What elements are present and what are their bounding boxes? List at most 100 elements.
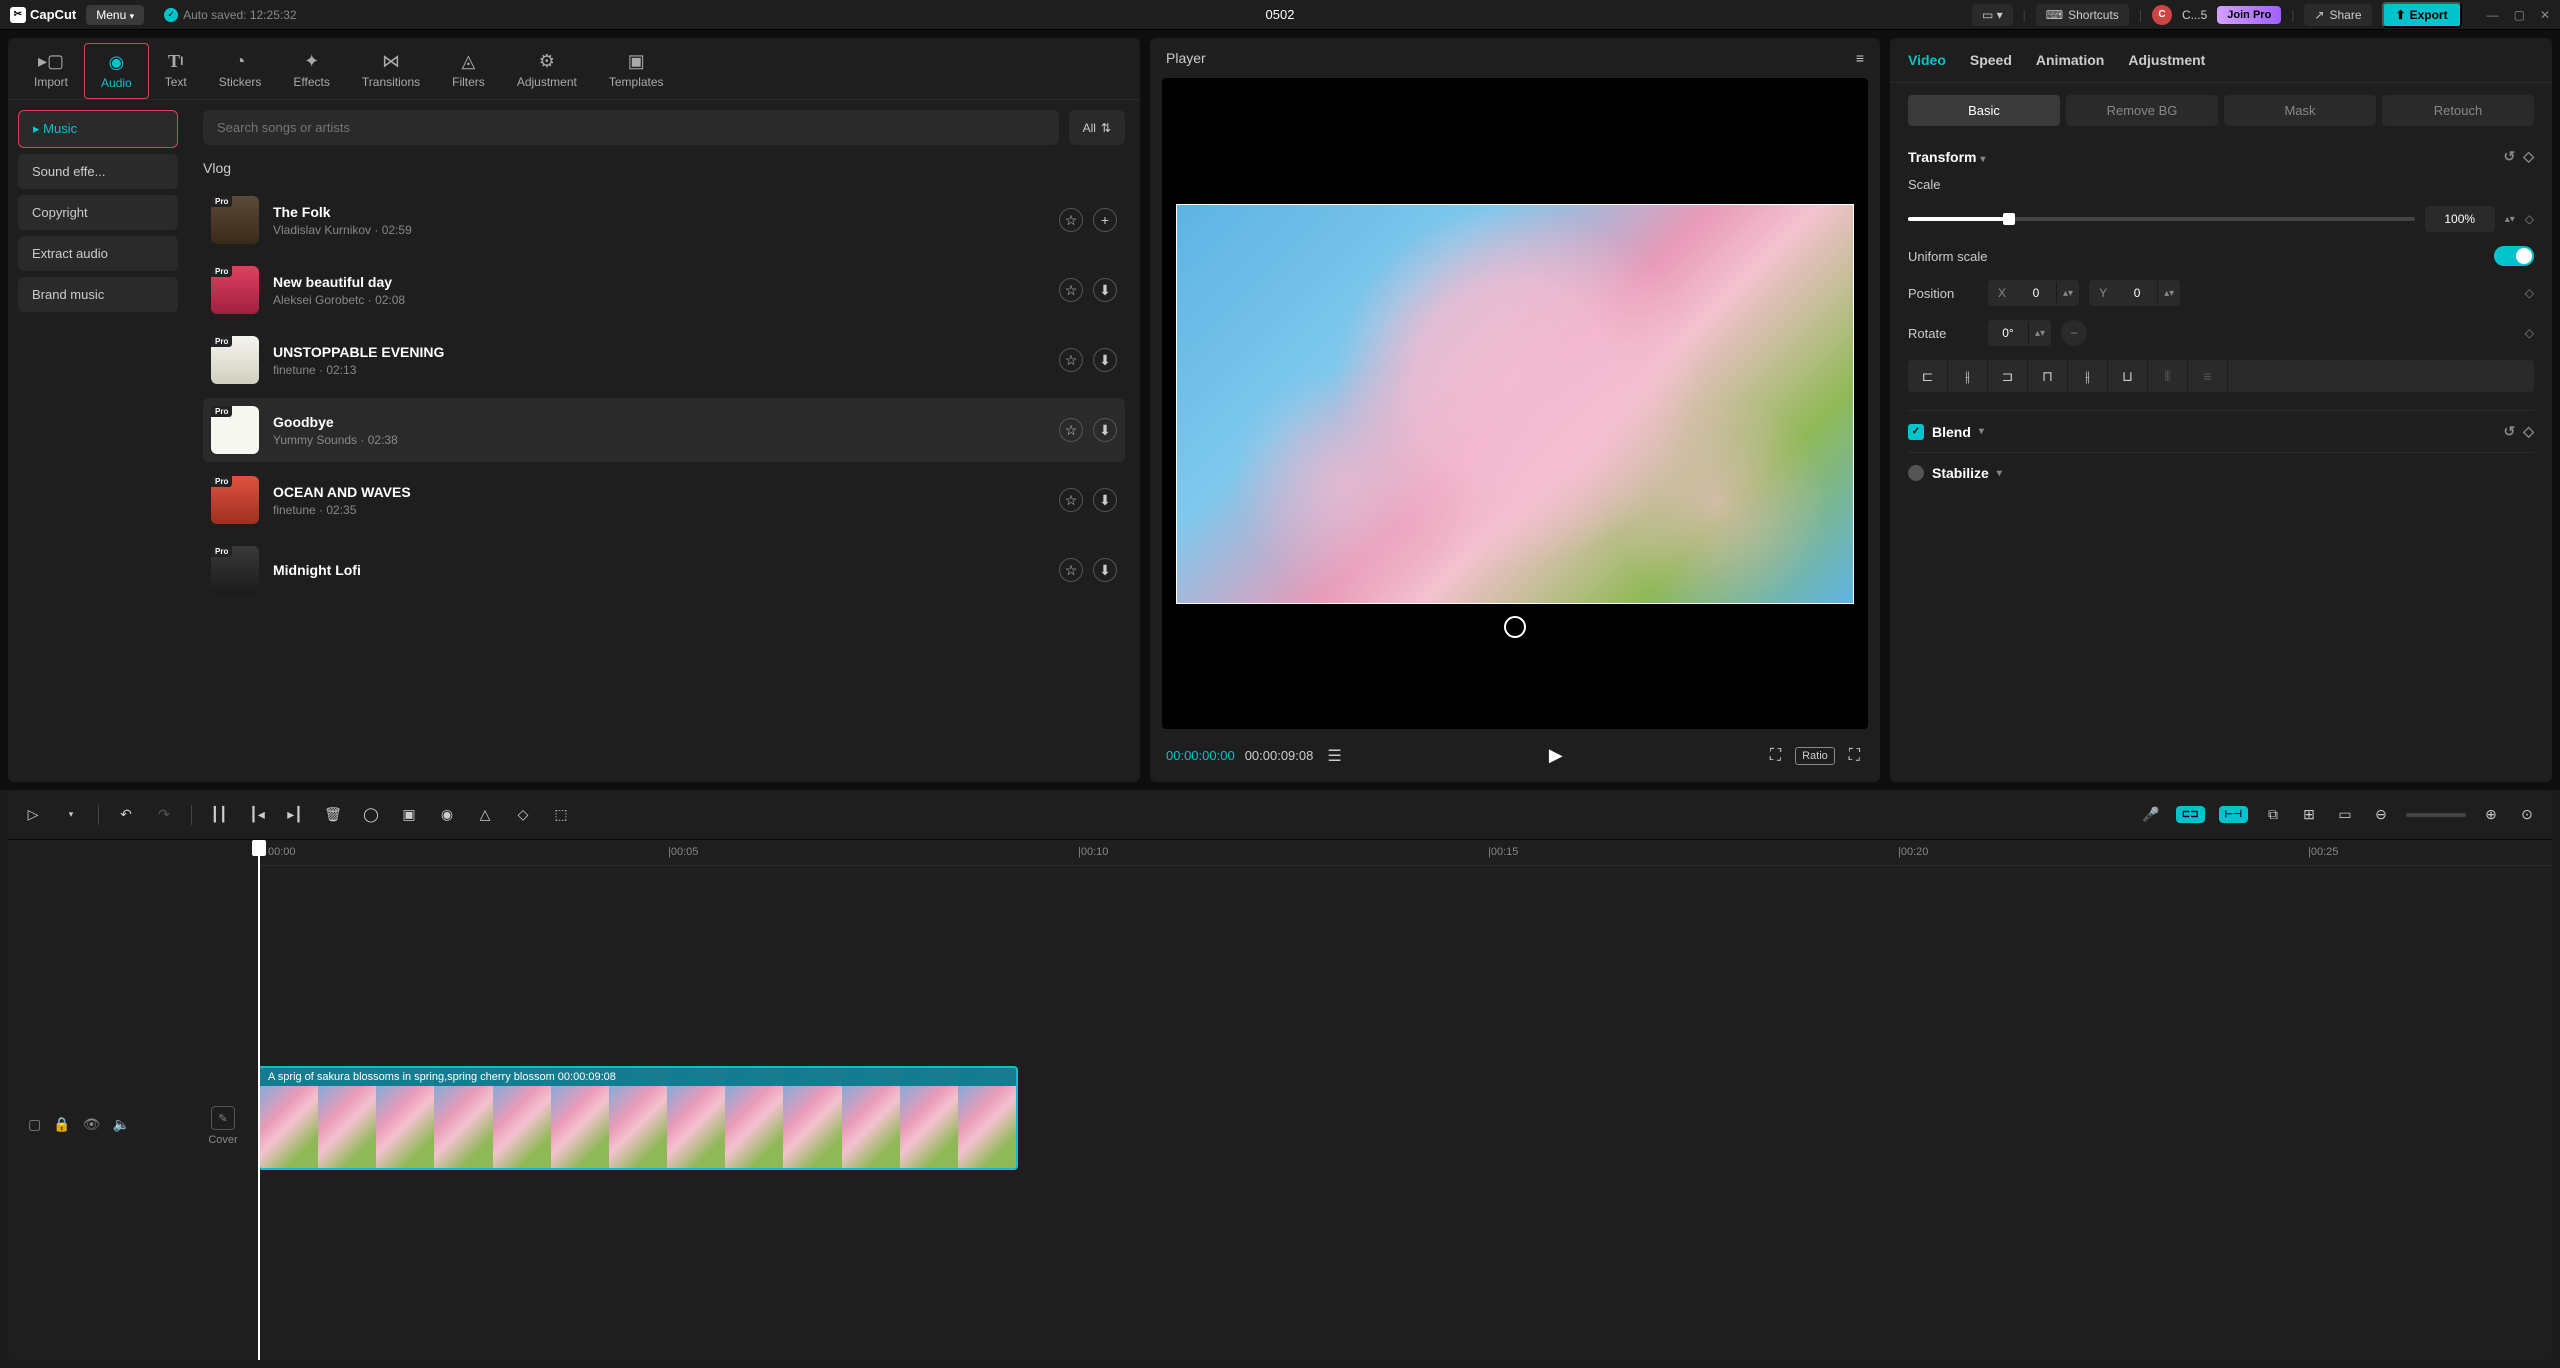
video-frame[interactable] (1176, 204, 1854, 604)
list-icon[interactable]: ☰ (1323, 742, 1345, 770)
mirror-tool[interactable]: △ (474, 806, 496, 823)
shortcuts-button[interactable]: ⌨ Shortcuts (2036, 4, 2129, 26)
player-menu-icon[interactable]: ≡ (1856, 50, 1864, 66)
track-item[interactable]: Pro New beautiful day Aleksei Gorobetc ·… (203, 258, 1125, 322)
user-avatar[interactable]: C (2152, 5, 2172, 25)
tab-stickers[interactable]: ◔Stickers (203, 43, 278, 99)
zoom-fit[interactable]: ⊙ (2516, 806, 2538, 823)
align-hcenter[interactable]: ⫲ (1948, 360, 1988, 392)
preview-icon[interactable]: ⊞ (2298, 806, 2320, 823)
tab-transitions[interactable]: ⋈Transitions (346, 43, 436, 99)
close-icon[interactable]: ✕ (2540, 8, 2550, 22)
track-mute-icon[interactable]: 🔈 (112, 1116, 129, 1133)
filter-button[interactable]: All ⇅ (1069, 110, 1125, 145)
insp-tab-adjustment[interactable]: Adjustment (2128, 52, 2205, 68)
mic-icon[interactable]: 🎤 (2140, 806, 2162, 823)
zoom-slider[interactable] (2406, 813, 2466, 817)
rotate-dial[interactable]: − (2061, 320, 2087, 346)
track-eye-icon[interactable]: 👁 (83, 1116, 101, 1133)
playhead[interactable] (258, 840, 260, 1360)
scale-input[interactable] (2425, 206, 2495, 232)
keyframe-icon[interactable]: ◇ (2523, 148, 2534, 165)
subtab-mask[interactable]: Mask (2224, 95, 2376, 126)
subtab-removebg[interactable]: Remove BG (2066, 95, 2218, 126)
track-icon[interactable]: ▭ (2334, 806, 2356, 823)
tab-filters[interactable]: ◬Filters (436, 43, 501, 99)
rotate-handle[interactable] (1504, 616, 1526, 638)
track-item[interactable]: Pro UNSTOPPABLE EVENING finetune · 02:13… (203, 328, 1125, 392)
menu-button[interactable]: Menu ▾ (86, 5, 144, 25)
magnetic-toggle[interactable]: ⊏⊐ (2176, 806, 2205, 823)
cover-button[interactable]: ✎ Cover (198, 1106, 248, 1146)
rotate-input[interactable]: 0° ▴▾ (1988, 320, 2051, 346)
insp-tab-video[interactable]: Video (1908, 52, 1946, 68)
stabilize-section[interactable]: Stabilize ▾ (1908, 452, 2534, 493)
position-x-input[interactable]: X 0 ▴▾ (1988, 280, 2079, 306)
split-left-tool[interactable]: ┃◂ (246, 806, 268, 823)
tab-text[interactable]: TIText (149, 43, 203, 99)
player-canvas[interactable] (1162, 78, 1868, 729)
position-y-input[interactable]: Y 0 ▴▾ (2089, 280, 2180, 306)
insp-tab-animation[interactable]: Animation (2036, 52, 2104, 68)
minimize-icon[interactable]: — (2487, 8, 2499, 22)
subtab-retouch[interactable]: Retouch (2382, 95, 2534, 126)
reset-icon[interactable]: ↺ (2503, 148, 2515, 165)
uniform-scale-toggle[interactable] (2494, 246, 2534, 266)
cat-extract-audio[interactable]: Extract audio (18, 236, 178, 271)
maximize-icon[interactable]: ▢ (2514, 8, 2525, 22)
cat-sound-effects[interactable]: Sound effe... (18, 154, 178, 189)
tool-dropdown[interactable]: ▾ (60, 809, 82, 820)
track-lock-icon[interactable]: 🔒 (53, 1116, 70, 1133)
split-right-tool[interactable]: ▸┃ (284, 806, 306, 823)
undo-button[interactable]: ↶ (115, 806, 137, 823)
crop-icon[interactable]: ⛶ (1766, 743, 1785, 769)
favorite-button[interactable]: ☆ (1059, 208, 1083, 232)
tab-effects[interactable]: ✦Effects (277, 43, 345, 99)
download-button[interactable]: ⬇ (1093, 278, 1117, 302)
align-left[interactable]: ⊏ (1908, 360, 1948, 392)
tab-templates[interactable]: ▣Templates (593, 43, 680, 99)
snap-toggle[interactable]: ⊢⊣ (2219, 806, 2248, 823)
keyframe-icon[interactable]: ◇ (2525, 286, 2534, 300)
favorite-button[interactable]: ☆ (1059, 348, 1083, 372)
keyframe-icon[interactable]: ◇ (2525, 326, 2534, 340)
distribute-h[interactable]: ⫴ (2148, 360, 2188, 392)
align-top[interactable]: ⊓ (2028, 360, 2068, 392)
layout-button[interactable]: ▭ ▾ (1972, 4, 2013, 26)
track-item[interactable]: Pro Goodbye Yummy Sounds · 02:38 ☆ ⬇ (203, 398, 1125, 462)
compound-tool[interactable]: ▣ (398, 806, 420, 823)
delete-tool[interactable]: 🗑 (322, 806, 344, 823)
distribute-v[interactable]: ≡ (2188, 360, 2228, 392)
marker-tool[interactable]: ◯ (360, 806, 382, 823)
search-input[interactable] (203, 110, 1059, 145)
share-button[interactable]: ↗ Share (2304, 4, 2371, 26)
keyframe-icon[interactable]: ◇ (2523, 423, 2534, 440)
download-button[interactable]: ⬇ (1093, 348, 1117, 372)
track-blank-icon[interactable]: ▢ (28, 1116, 41, 1133)
speed-tool[interactable]: ◉ (436, 806, 458, 823)
stepper-icon[interactable]: ▴▾ (2505, 214, 2515, 225)
track-item[interactable]: Pro OCEAN AND WAVES finetune · 02:35 ☆ ⬇ (203, 468, 1125, 532)
favorite-button[interactable]: ☆ (1059, 278, 1083, 302)
timeline-ruler[interactable]: 00:00 |00:05 |00:10 |00:15 |00:20 |00:25 (258, 840, 2552, 866)
video-clip[interactable]: A sprig of sakura blossoms in spring,spr… (258, 1066, 1018, 1170)
redo-button[interactable]: ↷ (153, 806, 175, 823)
select-tool[interactable]: ▷ (22, 806, 44, 823)
track-item[interactable]: Pro Midnight Lofi ☆ ⬇ (203, 538, 1125, 602)
reset-icon[interactable]: ↺ (2503, 423, 2515, 440)
favorite-button[interactable]: ☆ (1059, 418, 1083, 442)
align-right[interactable]: ⊐ (1988, 360, 2028, 392)
link-icon[interactable]: ⧉ (2262, 806, 2284, 823)
zoom-in[interactable]: ⊕ (2480, 806, 2502, 823)
play-button[interactable]: ▶ (1545, 741, 1567, 770)
ratio-button[interactable]: Ratio (1795, 747, 1835, 765)
blend-section[interactable]: ✓ Blend ▾ ↺ ◇ (1908, 410, 2534, 452)
cat-music[interactable]: ▸ Music (18, 110, 178, 148)
insp-tab-speed[interactable]: Speed (1970, 52, 2012, 68)
cat-copyright[interactable]: Copyright (18, 195, 178, 230)
rotate-tool[interactable]: ◇ (512, 806, 534, 823)
subtab-basic[interactable]: Basic (1908, 95, 2060, 126)
download-button[interactable]: ⬇ (1093, 488, 1117, 512)
track-item[interactable]: Pro The Folk Vladislav Kurnikov · 02:59 … (203, 188, 1125, 252)
fullscreen-icon[interactable]: ⛶ (1845, 743, 1864, 769)
